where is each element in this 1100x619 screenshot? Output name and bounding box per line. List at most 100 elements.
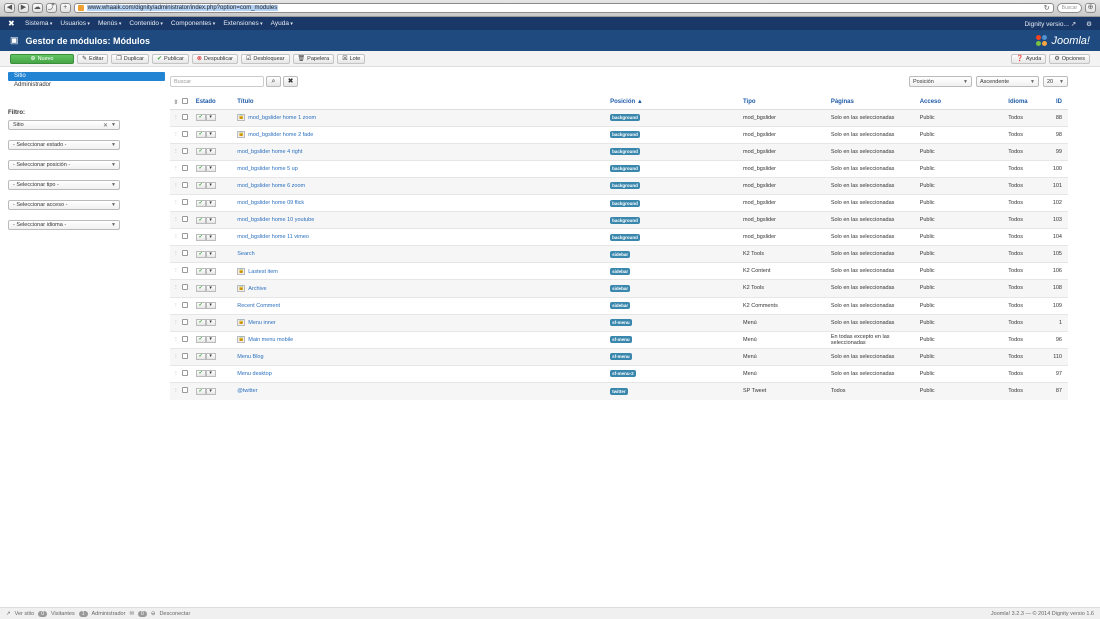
view-site-link[interactable]: Ver sitio [15, 611, 35, 617]
row-checkbox[interactable] [181, 301, 188, 308]
state-dropdown-icon[interactable]: ▾ [205, 165, 216, 173]
published-check-icon[interactable]: ✔ [195, 199, 206, 207]
module-title-link[interactable]: Lastest item [248, 269, 278, 275]
lock-icon[interactable]: 🔒 [237, 131, 246, 139]
options-button[interactable]: ⚙ Opciones [1049, 53, 1090, 64]
unlock-button[interactable]: ☑ Desbloquear [240, 53, 290, 64]
clear-search-icon[interactable]: ✖ [283, 76, 298, 87]
browser-search-input[interactable]: Buscar [1056, 3, 1083, 13]
cloud-icon[interactable]: ☁ [31, 3, 43, 13]
state-dropdown-icon[interactable]: ▾ [205, 131, 216, 139]
module-title-link[interactable]: Main menu mobile [248, 337, 293, 343]
batch-button[interactable]: ☒ Lote [337, 53, 366, 64]
state-dropdown-icon[interactable]: ▾ [205, 250, 216, 258]
state-dropdown-icon[interactable]: ▾ [205, 199, 216, 207]
state-dropdown-icon[interactable]: ▾ [205, 233, 216, 241]
menu-contenido[interactable]: Contenido [129, 20, 163, 27]
published-check-icon[interactable]: ✔ [195, 250, 206, 258]
module-title-link[interactable]: mod_bgslider home 5 up [237, 166, 298, 172]
module-title-link[interactable]: mod_bgslider home 11 vimeo [237, 234, 309, 240]
row-checkbox[interactable] [181, 318, 188, 325]
row-checkbox[interactable] [181, 233, 188, 240]
drag-handle-icon[interactable]: ⋮ [170, 364, 182, 383]
state-dropdown-icon[interactable]: ▾ [205, 284, 216, 292]
type-filter-select[interactable]: - Seleccionar tipo - ▼ [8, 180, 120, 190]
row-checkbox[interactable] [181, 216, 188, 223]
state-dropdown-icon[interactable]: ▾ [205, 302, 216, 310]
state-dropdown-icon[interactable]: ▾ [205, 267, 216, 275]
language-filter-select[interactable]: - Seleccionar idioma - ▼ [8, 220, 120, 230]
state-dropdown-icon[interactable]: ▾ [205, 387, 216, 395]
module-title-link[interactable]: mod_bgslider home 10 youtube [237, 217, 314, 223]
state-dropdown-icon[interactable]: ▾ [205, 353, 216, 361]
forward-icon[interactable]: ▶ [17, 3, 29, 13]
lock-icon[interactable]: 🔒 [237, 284, 246, 292]
new-tab-icon[interactable]: + [59, 3, 71, 13]
column-idioma[interactable]: Idioma [1008, 96, 1053, 110]
direction-select[interactable]: Ascendente ▼ [976, 76, 1039, 87]
row-checkbox[interactable] [181, 335, 188, 342]
published-check-icon[interactable]: ✔ [195, 216, 206, 224]
module-title-link[interactable]: @twitter [237, 388, 257, 394]
lock-icon[interactable]: 🔒 [237, 319, 246, 327]
sidebar-item-sitio[interactable]: Sitio [8, 72, 165, 81]
state-dropdown-icon[interactable]: ▾ [205, 148, 216, 156]
position-filter-select[interactable]: - Seleccionar posición - ▼ [8, 160, 120, 170]
drag-handle-icon[interactable]: ⋮ [170, 176, 182, 195]
module-title-link[interactable]: mod_bgslider home 09 flick [237, 200, 304, 206]
access-filter-select[interactable]: - Seleccionar acceso - ▼ [8, 200, 120, 210]
row-checkbox[interactable] [181, 164, 188, 171]
module-title-link[interactable]: Archive [248, 286, 266, 292]
edit-button[interactable]: ✎ Editar [77, 53, 109, 64]
drag-handle-icon[interactable]: ⋮ [170, 211, 182, 229]
drag-handle-icon[interactable]: ⋮ [170, 347, 182, 366]
menu-componentes[interactable]: Componentes [171, 20, 215, 27]
help-button[interactable]: ❓ Ayuda [1011, 53, 1047, 64]
drag-handle-icon[interactable]: ⋮ [170, 108, 182, 127]
row-checkbox[interactable] [181, 352, 188, 359]
drag-handle-icon[interactable]: ⋮ [170, 159, 182, 178]
published-check-icon[interactable]: ✔ [195, 233, 206, 241]
module-title-link[interactable]: Menu inner [248, 320, 276, 326]
menu-sistema[interactable]: Sistema [25, 20, 52, 27]
column-id[interactable]: ID [1052, 96, 1068, 110]
row-checkbox[interactable] [181, 267, 188, 274]
drag-handle-icon[interactable]: ⋮ [170, 330, 182, 349]
module-title-link[interactable]: mod_bgslider home 1 zoom [248, 115, 316, 121]
drag-handle-icon[interactable]: ⋮ [170, 381, 182, 400]
drag-handle-icon[interactable]: ⋮ [170, 296, 182, 315]
client-filter-select[interactable]: Sitio ✕ ▼ [8, 120, 120, 130]
drag-handle-icon[interactable]: ⋮ [170, 279, 182, 298]
drag-handle-icon[interactable]: ⋮ [170, 193, 182, 212]
row-checkbox[interactable] [181, 113, 188, 120]
published-check-icon[interactable]: ✔ [195, 302, 206, 310]
settings-icon[interactable]: ⚙ [1086, 20, 1092, 28]
published-check-icon[interactable]: ✔ [195, 267, 206, 275]
lock-icon[interactable]: 🔒 [237, 336, 246, 344]
column-paginas[interactable]: Páginas [830, 96, 920, 110]
module-title-link[interactable]: mod_bgslider home 2 fade [248, 132, 313, 138]
column-acceso[interactable]: Acceso [919, 96, 1009, 110]
site-link[interactable]: Dignity versio... ↗ [1024, 20, 1076, 28]
sidebar-item-administrador[interactable]: Administrador [8, 81, 165, 90]
limit-select[interactable]: 20 ▼ [1043, 76, 1068, 87]
module-title-link[interactable]: Menu desktop [237, 371, 272, 377]
column-posicion[interactable]: Posición ▲ [610, 96, 743, 110]
state-filter-select[interactable]: - Seleccionar estado - ▼ [8, 140, 120, 150]
state-dropdown-icon[interactable]: ▾ [205, 336, 216, 344]
drag-handle-icon[interactable]: ⋮ [170, 125, 182, 144]
row-checkbox[interactable] [181, 147, 188, 154]
check-all-header[interactable] [181, 96, 196, 110]
lock-icon[interactable]: 🔒 [237, 267, 246, 275]
column-titulo[interactable]: Título [237, 96, 611, 110]
state-dropdown-icon[interactable]: ▾ [205, 182, 216, 190]
published-check-icon[interactable]: ✔ [195, 353, 206, 361]
lock-icon[interactable]: 🔒 [237, 114, 246, 122]
published-check-icon[interactable]: ✔ [195, 165, 206, 173]
module-title-link[interactable]: mod_bgslider home 4 right [237, 149, 302, 155]
row-checkbox[interactable] [181, 387, 188, 394]
order-by-select[interactable]: Posición ▼ [909, 76, 972, 87]
address-bar[interactable]: www.whaaik.com/dignity/administrator/ind… [73, 3, 1054, 13]
published-check-icon[interactable]: ✔ [195, 131, 206, 139]
published-check-icon[interactable]: ✔ [195, 387, 206, 395]
